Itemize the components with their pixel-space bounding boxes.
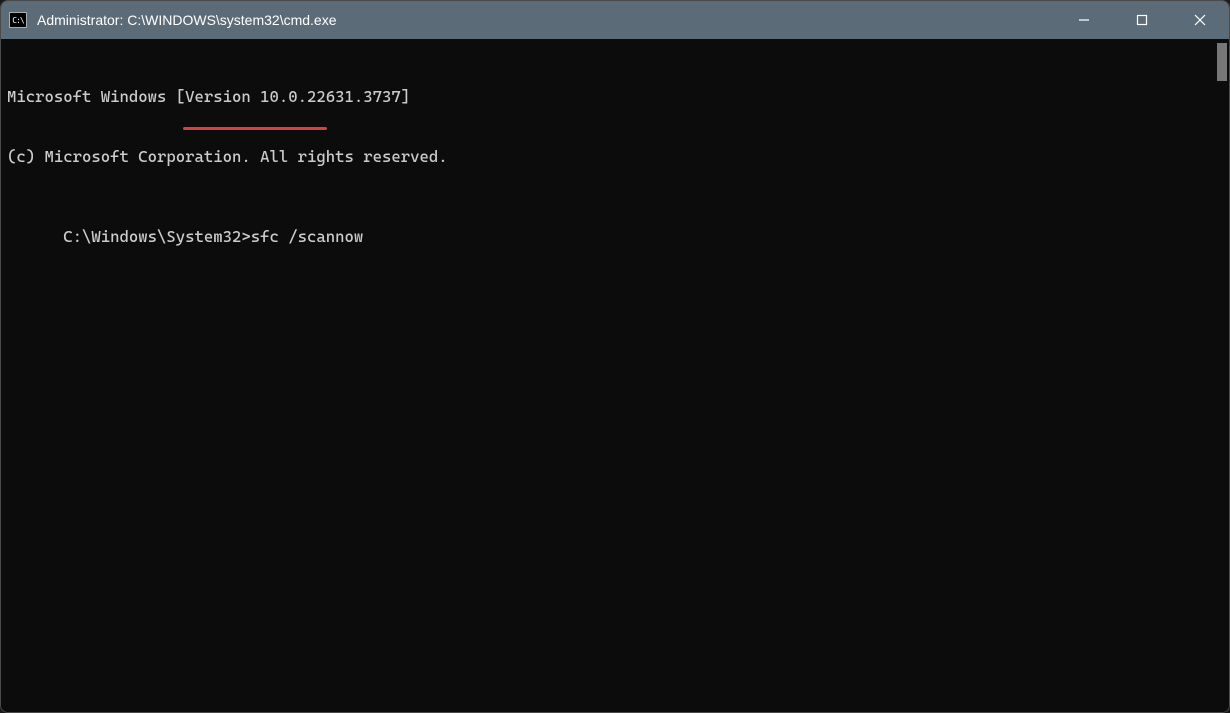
scrollbar-thumb[interactable] bbox=[1217, 43, 1227, 81]
command-input[interactable]: sfc /scannow bbox=[251, 227, 364, 246]
title-bar[interactable]: C:\ Administrator: C:\WINDOWS\system32\c… bbox=[1, 1, 1229, 39]
underline-annotation bbox=[183, 127, 327, 130]
cmd-window: C:\ Administrator: C:\WINDOWS\system32\c… bbox=[0, 0, 1230, 713]
window-controls bbox=[1055, 1, 1229, 39]
window-title: Administrator: C:\WINDOWS\system32\cmd.e… bbox=[37, 12, 337, 28]
maximize-icon bbox=[1136, 14, 1148, 26]
minimize-button[interactable] bbox=[1055, 1, 1113, 39]
prompt-path: C:\Windows\System32> bbox=[63, 227, 251, 246]
terminal-prompt-line: C:\Windows\System32>sfc /scannow bbox=[63, 227, 363, 247]
title-left: C:\ Administrator: C:\WINDOWS\system32\c… bbox=[9, 12, 337, 28]
terminal-content[interactable]: Microsoft Windows [Version 10.0.22631.37… bbox=[1, 39, 1211, 712]
terminal-output-line: (c) Microsoft Corporation. All rights re… bbox=[7, 147, 1205, 167]
close-button[interactable] bbox=[1171, 1, 1229, 39]
cmd-icon: C:\ bbox=[9, 12, 27, 28]
close-icon bbox=[1194, 14, 1206, 26]
scrollbar[interactable] bbox=[1211, 39, 1229, 712]
minimize-icon bbox=[1078, 14, 1090, 26]
maximize-button[interactable] bbox=[1113, 1, 1171, 39]
terminal-body: Microsoft Windows [Version 10.0.22631.37… bbox=[1, 39, 1229, 712]
terminal-output-line: Microsoft Windows [Version 10.0.22631.37… bbox=[7, 87, 1205, 107]
